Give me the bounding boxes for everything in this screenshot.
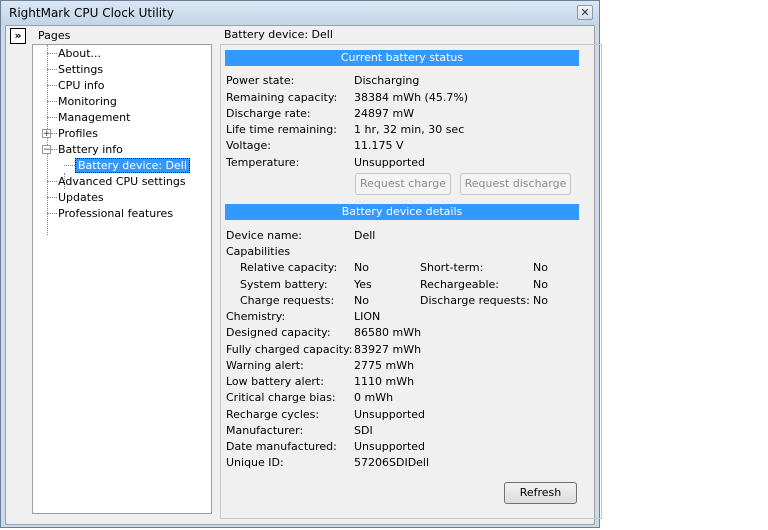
designed-capacity-label: Designed capacity: <box>226 326 331 339</box>
tree-guide-line <box>47 85 57 86</box>
manufacturer-label: Manufacturer: <box>226 424 304 437</box>
charge-requests-value: No <box>354 294 369 307</box>
unique-id-value: 57206SDIDell <box>354 456 430 469</box>
tree-item-label: Battery device: Dell <box>75 158 190 173</box>
tree-item-about[interactable]: About... <box>58 46 101 62</box>
fully-charged-capacity-value: 83927 mWh <box>354 343 422 356</box>
tree-item-label: Settings <box>58 63 104 76</box>
tree-guide-line <box>64 165 75 166</box>
device-details-header: Battery device details <box>225 204 579 220</box>
recharge-cycles-value: Unsupported <box>354 408 426 421</box>
device-name-value: Dell <box>354 229 376 242</box>
chemistry-label: Chemistry: <box>226 310 286 323</box>
tree-item-management[interactable]: Management <box>58 110 130 126</box>
tree-item-label: Professional features <box>58 207 174 220</box>
lifetime-remaining-label: Life time remaining: <box>226 123 337 136</box>
tree-item-label: CPU info <box>58 79 105 92</box>
recharge-cycles-label: Recharge cycles: <box>226 408 320 421</box>
fully-charged-capacity-label: Fully charged capacity: <box>226 343 353 356</box>
remaining-capacity-value: 38384 mWh (45.7%) <box>354 91 469 104</box>
request-discharge-button[interactable]: Request discharge <box>460 173 571 195</box>
pages-tree[interactable]: + − About... Settings CPU info Monitorin… <box>32 44 212 514</box>
tree-item-profiles[interactable]: Profiles <box>58 126 98 142</box>
power-state-label: Power state: <box>226 74 295 87</box>
power-state-value: Discharging <box>354 74 420 87</box>
capabilities-label: Capabilities <box>226 245 291 258</box>
tree-item-professional-features[interactable]: Professional features <box>58 206 173 222</box>
designed-capacity-value: 86580 mWh <box>354 326 422 339</box>
critical-charge-bias-label: Critical charge bias: <box>226 391 336 404</box>
system-battery-value: Yes <box>354 278 372 291</box>
title-bar[interactable]: RightMark CPU Clock Utility ✕ <box>1 1 599 25</box>
tree-item-label: Monitoring <box>58 95 117 108</box>
short-term-label: Short-term: <box>420 261 484 274</box>
tree-guide-line <box>47 53 57 54</box>
request-charge-button[interactable]: Request charge <box>355 173 451 195</box>
date-manufactured-label: Date manufactured: <box>226 440 337 453</box>
relative-capacity-label: Relative capacity: <box>240 261 338 274</box>
collapse-toggle-battery-info[interactable]: − <box>42 145 51 155</box>
expand-toggle-profiles[interactable]: + <box>42 129 51 139</box>
lifetime-remaining-value: 1 hr, 32 min, 30 sec <box>354 123 465 136</box>
chemistry-value: LION <box>354 310 381 323</box>
voltage-label: Voltage: <box>226 139 271 152</box>
date-manufactured-value: Unsupported <box>354 440 426 453</box>
discharge-rate-label: Discharge rate: <box>226 107 311 120</box>
short-term-value: No <box>533 261 548 274</box>
tree-guide-line <box>47 45 48 235</box>
tree-guide-line <box>47 69 57 70</box>
tree-guide-line <box>47 181 57 182</box>
tree-item-label: Battery info <box>58 143 123 156</box>
low-battery-alert-value: 1110 mWh <box>354 375 415 388</box>
discharge-rate-value: 24897 mW <box>354 107 415 120</box>
discharge-requests-value: No <box>533 294 548 307</box>
device-name-label: Device name: <box>226 229 303 242</box>
current-status-header: Current battery status <box>225 50 579 66</box>
tree-item-battery-device-dell[interactable]: Battery device: Dell <box>75 158 190 174</box>
temperature-value: Unsupported <box>354 156 426 169</box>
plus-icon: + <box>43 129 51 139</box>
tree-item-label: Advanced CPU settings <box>58 175 186 188</box>
tree-guide-line <box>47 213 57 214</box>
unique-id-label: Unique ID: <box>226 456 284 469</box>
tree-item-label: About... <box>58 47 102 60</box>
tree-guide-line <box>47 197 57 198</box>
page-title: Battery device: Dell <box>224 28 333 41</box>
low-battery-alert-label: Low battery alert: <box>226 375 324 388</box>
refresh-button[interactable]: Refresh <box>504 482 577 504</box>
discharge-requests-label: Discharge requests: <box>420 294 530 307</box>
tree-item-label: Updates <box>58 191 104 204</box>
relative-capacity-value: No <box>354 261 369 274</box>
remaining-capacity-label: Remaining capacity: <box>226 91 338 104</box>
tree-item-settings[interactable]: Settings <box>58 62 103 78</box>
pages-label: Pages <box>38 29 71 42</box>
tree-guide-line <box>51 149 57 150</box>
double-chevron-right-icon: » <box>14 29 22 42</box>
system-battery-label: System battery: <box>240 278 328 291</box>
expand-pane-button[interactable]: » <box>10 28 26 44</box>
tree-item-advanced-cpu-settings[interactable]: Advanced CPU settings <box>58 174 186 190</box>
close-icon: ✕ <box>580 6 590 19</box>
warning-alert-label: Warning alert: <box>226 359 304 372</box>
tree-guide-line <box>47 101 57 102</box>
charge-requests-label: Charge requests: <box>240 294 335 307</box>
warning-alert-value: 2775 mWh <box>354 359 415 372</box>
voltage-value: 11.175 V <box>354 139 404 152</box>
rechargeable-label: Rechargeable: <box>420 278 500 291</box>
manufacturer-value: SDI <box>354 424 373 437</box>
temperature-label: Temperature: <box>226 156 300 169</box>
tree-item-battery-info[interactable]: Battery info <box>58 142 123 158</box>
tree-guide-line <box>51 133 57 134</box>
minus-icon: − <box>43 145 51 155</box>
tree-item-monitoring[interactable]: Monitoring <box>58 94 117 110</box>
window-title: RightMark CPU Clock Utility <box>9 6 174 20</box>
rechargeable-value: No <box>533 278 548 291</box>
tree-guide-line <box>47 117 57 118</box>
tree-item-updates[interactable]: Updates <box>58 190 104 206</box>
close-button[interactable]: ✕ <box>577 5 593 20</box>
critical-charge-bias-value: 0 mWh <box>354 391 394 404</box>
tree-item-label: Management <box>58 111 131 124</box>
tree-item-cpu-info[interactable]: CPU info <box>58 78 105 94</box>
tree-item-label: Profiles <box>58 127 98 140</box>
